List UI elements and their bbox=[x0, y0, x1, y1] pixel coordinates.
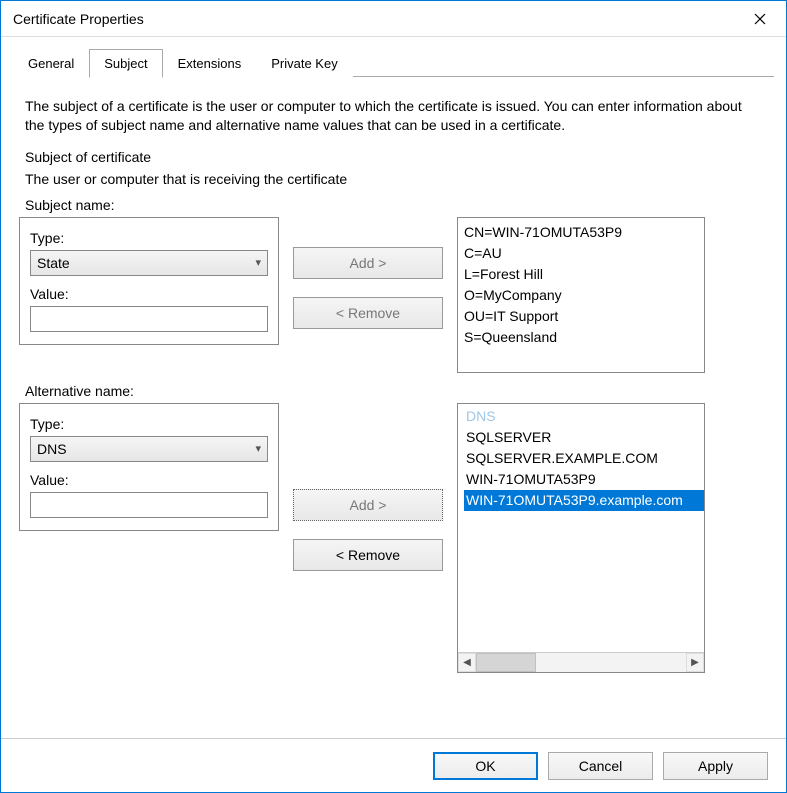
chevron-down-icon: ▾ bbox=[255, 256, 261, 269]
chevron-down-icon: ▾ bbox=[255, 442, 261, 455]
cancel-button[interactable]: Cancel bbox=[548, 752, 653, 780]
list-item[interactable]: S=Queensland bbox=[464, 327, 698, 348]
close-icon bbox=[754, 13, 766, 25]
alt-name-listbox[interactable]: DNS SQLSERVER SQLSERVER.EXAMPLE.COM WIN-… bbox=[457, 403, 705, 673]
subject-heading: Subject of certificate bbox=[25, 149, 762, 165]
alt-value-input[interactable] bbox=[30, 492, 268, 518]
tab-strip: General Subject Extensions Private Key bbox=[1, 37, 786, 77]
alt-name-row: Type: DNS ▾ Value: Add > < Remove DNS SQ… bbox=[19, 403, 768, 673]
tab-general[interactable]: General bbox=[13, 49, 89, 78]
alt-value-label: Value: bbox=[30, 472, 268, 488]
scroll-track[interactable] bbox=[476, 653, 686, 672]
list-item[interactable]: L=Forest Hill bbox=[464, 264, 698, 285]
list-item[interactable]: C=AU bbox=[464, 243, 698, 264]
horizontal-scrollbar[interactable]: ◀ ▶ bbox=[458, 652, 704, 672]
subject-value-label: Value: bbox=[30, 286, 268, 302]
alt-list-inner: DNS SQLSERVER SQLSERVER.EXAMPLE.COM WIN-… bbox=[458, 404, 704, 652]
list-item[interactable]: WIN-71OMUTA53P9 bbox=[464, 469, 704, 490]
scroll-right-arrow-icon[interactable]: ▶ bbox=[686, 653, 704, 672]
scroll-left-arrow-icon[interactable]: ◀ bbox=[458, 653, 476, 672]
dialog-footer: OK Cancel Apply bbox=[1, 738, 786, 792]
subject-add-button[interactable]: Add > bbox=[293, 247, 443, 279]
list-item[interactable]: SQLSERVER bbox=[464, 427, 704, 448]
apply-button[interactable]: Apply bbox=[663, 752, 768, 780]
alt-type-label: Type: bbox=[30, 416, 268, 432]
alt-name-box: Type: DNS ▾ Value: bbox=[19, 403, 279, 531]
subject-name-row: Type: State ▾ Value: Add > < Remove CN=W… bbox=[19, 217, 768, 373]
subject-name-label: Subject name: bbox=[25, 197, 768, 213]
tab-underline bbox=[353, 49, 774, 77]
subject-description: The subject of a certificate is the user… bbox=[25, 97, 762, 135]
subject-name-buttons: Add > < Remove bbox=[293, 217, 443, 329]
alt-type-combo[interactable]: DNS ▾ bbox=[30, 436, 268, 462]
alt-name-buttons: Add > < Remove bbox=[293, 403, 443, 571]
list-item[interactable]: CN=WIN-71OMUTA53P9 bbox=[464, 222, 698, 243]
alt-remove-button[interactable]: < Remove bbox=[293, 539, 443, 571]
tab-extensions[interactable]: Extensions bbox=[163, 49, 257, 78]
subject-name-box: Type: State ▾ Value: bbox=[19, 217, 279, 345]
tab-private-key[interactable]: Private Key bbox=[256, 49, 352, 78]
subject-value-input[interactable] bbox=[30, 306, 268, 332]
alt-add-button[interactable]: Add > bbox=[293, 489, 443, 521]
alt-name-label: Alternative name: bbox=[25, 383, 768, 399]
list-item[interactable]: O=MyCompany bbox=[464, 285, 698, 306]
subject-subheading: The user or computer that is receiving t… bbox=[25, 171, 762, 187]
subject-remove-button[interactable]: < Remove bbox=[293, 297, 443, 329]
tab-subject[interactable]: Subject bbox=[89, 49, 162, 78]
list-item[interactable]: OU=IT Support bbox=[464, 306, 698, 327]
list-item[interactable]: SQLSERVER.EXAMPLE.COM bbox=[464, 448, 704, 469]
titlebar: Certificate Properties bbox=[1, 1, 786, 37]
scroll-thumb[interactable] bbox=[476, 653, 536, 672]
alt-type-value: DNS bbox=[37, 441, 67, 457]
subject-type-value: State bbox=[37, 255, 70, 271]
close-button[interactable] bbox=[740, 4, 780, 34]
subject-name-listbox[interactable]: CN=WIN-71OMUTA53P9 C=AU L=Forest Hill O=… bbox=[457, 217, 705, 373]
window-title: Certificate Properties bbox=[13, 11, 740, 27]
subject-type-combo[interactable]: State ▾ bbox=[30, 250, 268, 276]
subject-type-label: Type: bbox=[30, 230, 268, 246]
ok-button[interactable]: OK bbox=[433, 752, 538, 780]
dialog-window: Certificate Properties General Subject E… bbox=[0, 0, 787, 793]
list-item[interactable]: WIN-71OMUTA53P9.example.com bbox=[464, 490, 704, 511]
list-item[interactable]: DNS bbox=[464, 406, 704, 427]
tab-content-subject: The subject of a certificate is the user… bbox=[1, 77, 786, 738]
